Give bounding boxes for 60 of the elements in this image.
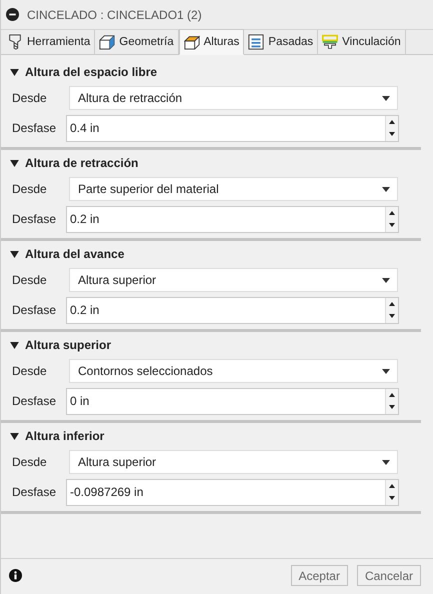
- field-label: Desde: [12, 273, 48, 287]
- tab[interactable]: Herramienta: [3, 30, 96, 54]
- down-arrow-icon[interactable]: [389, 496, 395, 500]
- spin-field[interactable]: 0.4 in: [66, 114, 399, 142]
- spin-field[interactable]: -0.0987269 in: [66, 478, 399, 506]
- dropdown[interactable]: Parte superior del material: [69, 177, 398, 201]
- up-arrow-icon[interactable]: [389, 392, 395, 397]
- dialog-button[interactable]: Cancelar: [356, 565, 421, 586]
- up-arrow-icon[interactable]: [389, 120, 395, 124]
- field-label: Desde: [12, 91, 48, 105]
- down-arrow-icon[interactable]: [389, 132, 395, 136]
- dropdown[interactable]: Altura de retracción: [69, 86, 398, 110]
- caret-icon: [382, 96, 390, 100]
- field-label: Desfase: [12, 485, 58, 499]
- triangle-icon: [10, 342, 19, 348]
- collapse-icon[interactable]: [6, 8, 19, 21]
- field-label: Desfase: [12, 212, 58, 226]
- section-header[interactable]: Altura de retracción: [1, 152, 421, 174]
- field-label: Desde: [12, 455, 48, 469]
- triangle-icon: [10, 160, 19, 166]
- dropdown[interactable]: Contornos seleccionados: [69, 359, 398, 383]
- dropdown[interactable]: Altura superior: [69, 450, 398, 474]
- field-label: Desde: [12, 182, 48, 196]
- spin-field[interactable]: 0.2 in: [66, 206, 399, 232]
- tab[interactable]: Vinculación: [318, 30, 406, 54]
- window-title: CINCELADO : CINCELADO1 (2): [27, 8, 202, 22]
- triangle-icon: [10, 68, 19, 76]
- info-icon[interactable]: [9, 569, 22, 582]
- field-label: Desde: [12, 364, 48, 378]
- section-header[interactable]: Altura superior: [1, 334, 421, 356]
- caret-icon: [382, 278, 390, 282]
- spin-field[interactable]: 0.2 in: [66, 296, 399, 324]
- down-arrow-icon[interactable]: [389, 405, 395, 410]
- block-icon: [184, 34, 200, 50]
- triangle-icon: [10, 432, 19, 440]
- tab[interactable]: Alturas: [178, 29, 244, 55]
- dropdown[interactable]: Altura superior: [69, 268, 398, 292]
- down-arrow-icon[interactable]: [389, 314, 395, 318]
- tab[interactable]: Pasadas: [244, 30, 318, 54]
- down-arrow-icon[interactable]: [389, 223, 395, 228]
- end-mill-icon: [7, 34, 23, 50]
- layers-icon: [248, 34, 264, 50]
- up-arrow-icon[interactable]: [389, 484, 395, 488]
- caret-icon: [382, 368, 390, 374]
- spin-field[interactable]: 0 in: [66, 388, 399, 414]
- cube-icon: [99, 34, 116, 50]
- field-label: Desfase: [12, 394, 58, 408]
- section-header[interactable]: Altura del avance: [1, 243, 421, 265]
- up-arrow-icon[interactable]: [389, 302, 395, 306]
- section-header[interactable]: Altura del espacio libre: [1, 61, 421, 83]
- triangle-icon: [10, 250, 19, 258]
- caret-icon: [382, 460, 390, 464]
- dialog-button[interactable]: Aceptar: [290, 565, 348, 586]
- field-label: Desfase: [12, 121, 58, 135]
- profile-icon: [322, 34, 338, 50]
- field-label: Desfase: [12, 303, 58, 317]
- caret-icon: [382, 186, 390, 192]
- tab[interactable]: Geometría: [95, 30, 179, 54]
- section-header[interactable]: Altura inferior: [1, 425, 421, 447]
- up-arrow-icon[interactable]: [389, 210, 395, 215]
